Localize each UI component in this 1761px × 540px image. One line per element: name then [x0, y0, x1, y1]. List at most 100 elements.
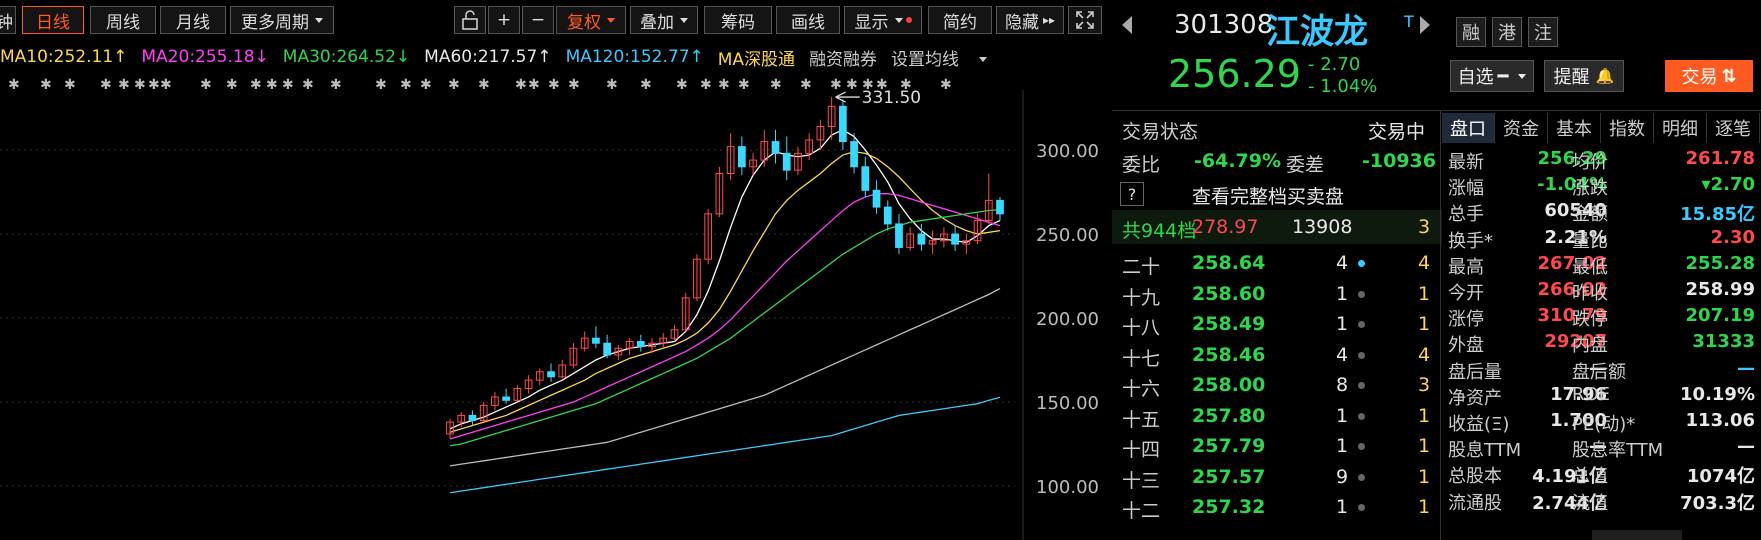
book-volume: 9: [1336, 465, 1349, 488]
last-price: 256.29: [1168, 52, 1301, 96]
display-label: 显示: [854, 12, 889, 33]
notification-dot: [905, 17, 912, 23]
stat-label: 最新: [1448, 152, 1484, 173]
ma-line-ma20: [449, 193, 1001, 440]
candle-body: [468, 414, 477, 421]
hide-label: 隐藏: [1004, 12, 1039, 33]
book-dot: [1358, 290, 1365, 298]
tab-panel-0[interactable]: 盘口: [1442, 113, 1495, 143]
tab-daily[interactable]: 日线: [22, 6, 84, 34]
book-volume: 1: [1336, 282, 1349, 305]
ma-settings-label: 设置均线: [891, 49, 960, 70]
ma-sgt-toggle[interactable]: MA深股通: [718, 45, 795, 70]
book-level: 二十: [1122, 256, 1161, 278]
expand-icon[interactable]: [1068, 6, 1102, 34]
book-level: 十六: [1122, 378, 1161, 400]
prev-stock-icon[interactable]: [1120, 14, 1136, 38]
weicha-value: -10936: [1362, 150, 1436, 172]
separator: [1112, 110, 1761, 111]
book-level: 十七: [1122, 347, 1161, 370]
peak-arrow-icon: [835, 91, 860, 103]
overlay-dropdown[interactable]: 叠加: [630, 6, 698, 34]
stat-label: 总手: [1448, 204, 1484, 226]
book-volume: 4: [1336, 343, 1349, 366]
book-count: 1: [1418, 435, 1431, 457]
peak-label: 331.50: [862, 90, 921, 108]
total-price: 278.97: [1192, 216, 1259, 238]
hk-connect-tag[interactable]: 港: [1492, 17, 1522, 47]
ma-settings-dropdown[interactable]: 设置均线: [891, 45, 1001, 70]
tab-panel-2[interactable]: 基本: [1548, 113, 1601, 143]
tab-panel-1[interactable]: 资金: [1495, 113, 1548, 143]
tab-panel-5[interactable]: 逐笔: [1707, 113, 1760, 143]
book-level: 十四: [1122, 439, 1161, 461]
watchlist-dropdown[interactable]: 自选 ━: [1450, 60, 1534, 92]
tab-panel-3[interactable]: 指数: [1601, 113, 1654, 143]
weibi-value: -64.79%: [1194, 150, 1282, 172]
more-periods-dropdown[interactable]: 更多周期: [230, 6, 334, 34]
book-count: 1: [1418, 465, 1431, 488]
tab-weekly[interactable]: 周线: [90, 6, 156, 34]
chevron-down-icon: [607, 17, 615, 23]
zoom-out-button[interactable]: −: [522, 6, 554, 34]
book-price: 258.00: [1192, 374, 1266, 396]
alert-label: 提醒: [1553, 67, 1590, 88]
book-volume: 1: [1336, 404, 1349, 427]
total-vol: 13908: [1292, 216, 1353, 238]
stat-label: 量比: [1572, 230, 1608, 252]
tab-monthly[interactable]: 月线: [160, 6, 226, 34]
fuquan-dropdown[interactable]: 复权: [556, 6, 626, 34]
book-dot: [1358, 321, 1365, 328]
lock-icon[interactable]: [454, 6, 486, 34]
alert-button[interactable]: 提醒 🔔: [1544, 60, 1624, 92]
full-book-link[interactable]: 查看完整档买卖盘: [1192, 182, 1344, 209]
stat-value: 1074亿: [1686, 466, 1755, 488]
ma10-label: MA10:252.11↑: [0, 47, 128, 67]
book-dot: [1358, 473, 1365, 481]
book-dot: [1358, 382, 1365, 389]
bell-icon: 🔔: [1595, 67, 1615, 85]
candle-body: [838, 105, 847, 143]
swap-arrows-icon: ⇅: [1721, 65, 1737, 87]
candle-body: [771, 141, 780, 154]
kline-chart[interactable]: 300.00 250.00 200.00 150.00 100.00 331.50: [0, 90, 1110, 540]
stat-value: 2.30: [1710, 226, 1755, 248]
book-count: 1: [1418, 404, 1431, 427]
candle-body: [917, 233, 926, 245]
simple-mode-button[interactable]: 简约: [928, 6, 992, 34]
y-tick-label: 300.00: [1036, 141, 1099, 162]
margin-toggle[interactable]: 融资融券: [809, 45, 877, 70]
chevron-down-icon: [979, 57, 988, 62]
next-stock-icon[interactable]: [1418, 14, 1434, 38]
stat-label: 涨幅: [1448, 178, 1484, 200]
registration-tag[interactable]: 注: [1528, 17, 1558, 47]
stat-label: 盘后额: [1572, 361, 1626, 383]
stat-value: 703.3亿: [1680, 492, 1755, 514]
stat-label: 金额: [1572, 204, 1608, 226]
stat-label: 股息率TTM: [1572, 440, 1664, 462]
book-level: 十九: [1122, 286, 1161, 309]
ma20-label: MA20:255.18↓: [141, 47, 269, 67]
y-tick-label: 200.00: [1036, 309, 1099, 330]
stat-value: ▾2.70: [1701, 174, 1755, 196]
margin-tag[interactable]: 融: [1456, 17, 1486, 47]
scroll-handle[interactable]: [1592, 530, 1682, 540]
display-dropdown[interactable]: 显示: [844, 6, 922, 34]
ma-line-ma5: [449, 129, 1001, 430]
minute-tab-partial[interactable]: 钟: [0, 6, 16, 34]
draw-line-button[interactable]: 画线: [776, 6, 840, 34]
t-mark: T: [1404, 12, 1414, 31]
ma60-label: MA60:217.57↑: [424, 47, 552, 67]
trade-button[interactable]: 交易 ⇅: [1665, 60, 1753, 92]
help-icon[interactable]: ?: [1120, 182, 1144, 206]
zoom-in-button[interactable]: +: [488, 6, 520, 34]
stat-label: PE(动)*: [1572, 414, 1636, 435]
tab-panel-4[interactable]: 明细: [1654, 113, 1707, 143]
stat-label: 流通股: [1448, 492, 1502, 514]
stat-label: 均价: [1572, 152, 1608, 173]
total-count: 3: [1418, 216, 1431, 238]
chips-button[interactable]: 筹码: [704, 6, 772, 34]
candle-body: [636, 341, 645, 348]
hide-button[interactable]: 隐藏 ▸▸: [996, 6, 1064, 34]
double-chevron-right-icon: ▸▸: [1042, 13, 1056, 27]
